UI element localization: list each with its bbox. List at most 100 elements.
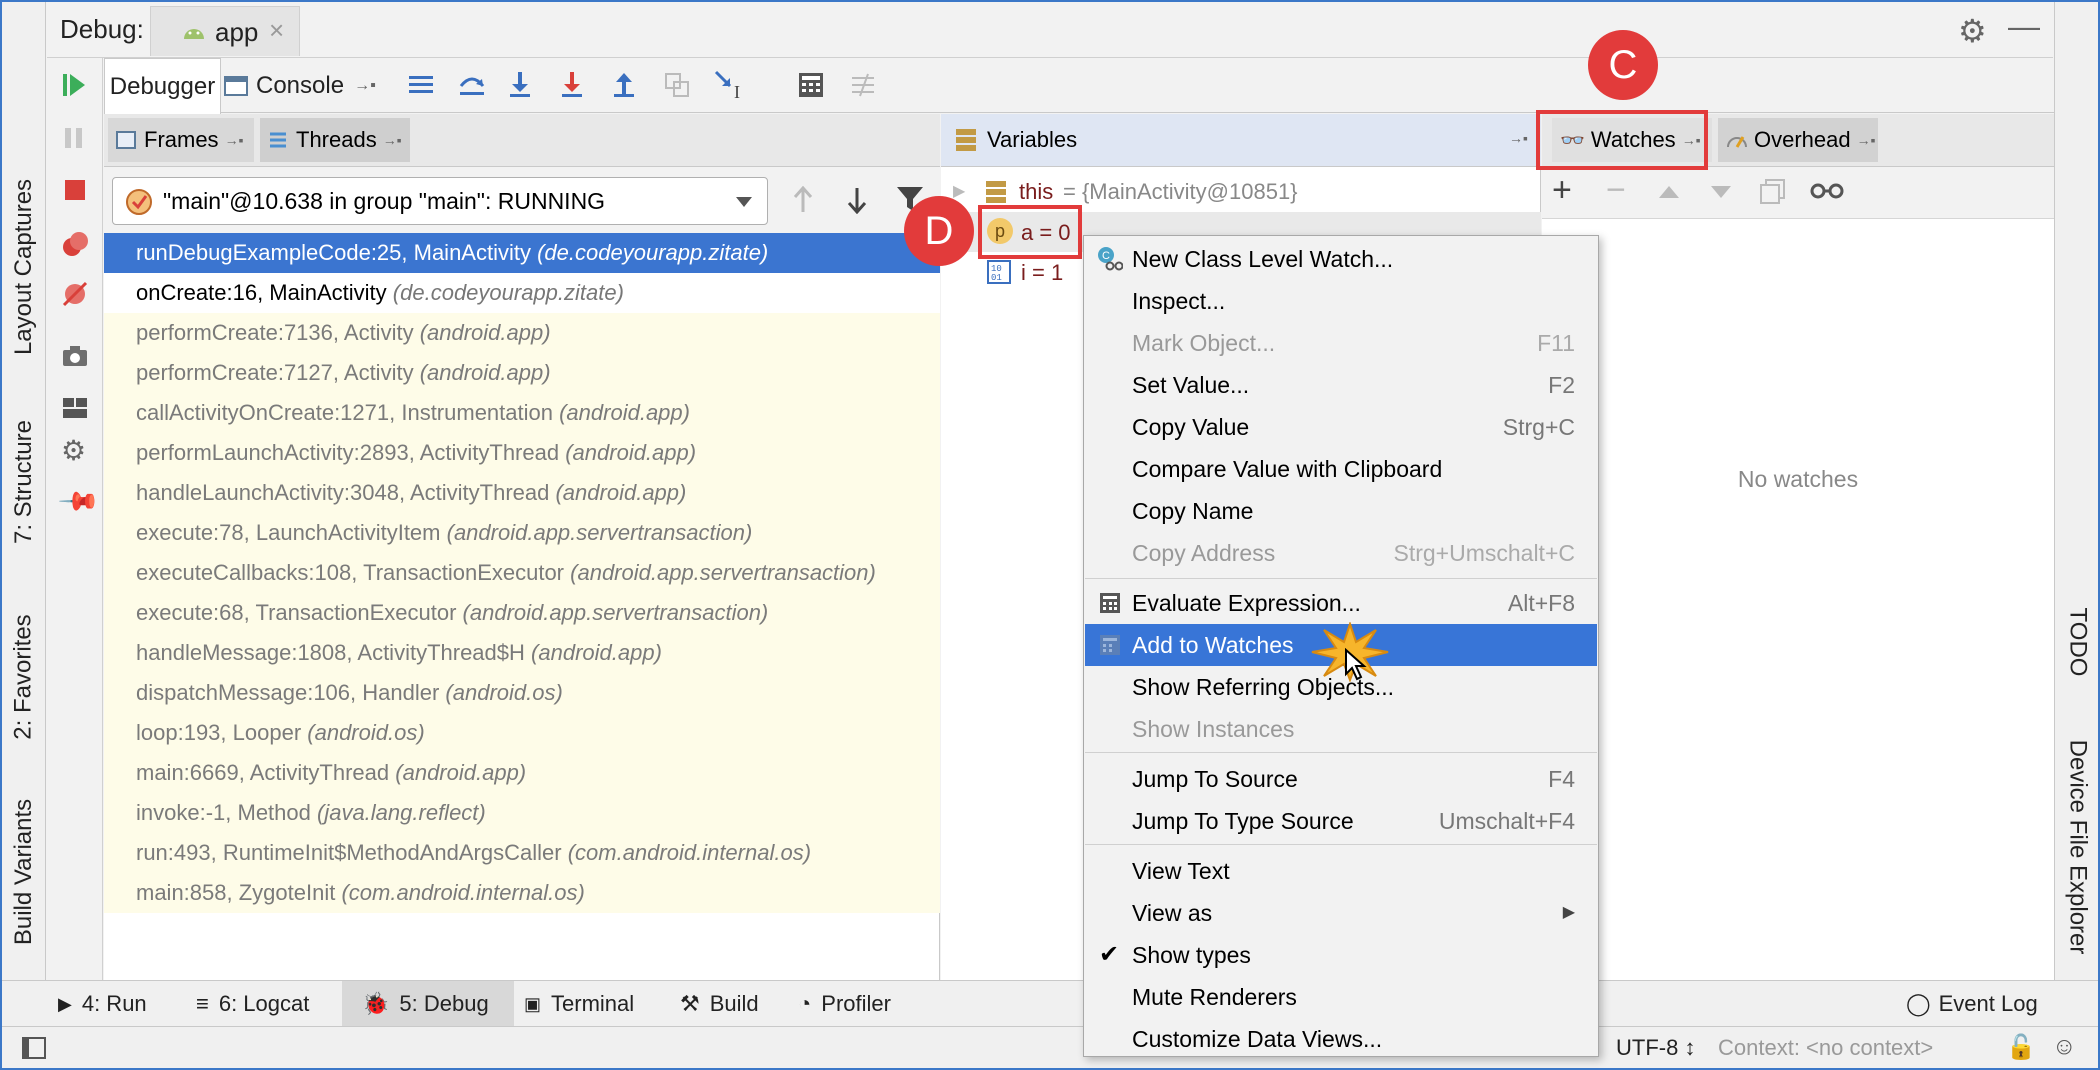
layout-icon[interactable]: [61, 396, 89, 420]
tab-debug[interactable]: 🐞 5: Debug: [342, 981, 514, 1027]
tab-profiler[interactable]: ◔ Profiler: [798, 981, 891, 1027]
menu-item-jump-to-source[interactable]: Jump To Source F4: [1085, 758, 1597, 800]
mute-breakpoints-icon[interactable]: [61, 280, 89, 308]
frame-row[interactable]: performCreate:7127, Activity (android.ap…: [104, 353, 940, 393]
menu-item-jump-to-type-source[interactable]: Jump To Type Source Umschalt+F4: [1085, 800, 1597, 842]
evaluate-expression-icon[interactable]: [798, 72, 824, 98]
watch-glasses-icon[interactable]: [1810, 181, 1844, 201]
step-out-icon[interactable]: [612, 70, 636, 98]
context-status: Context: <no context>: [1718, 1035, 1934, 1060]
add-icon[interactable]: +: [1552, 171, 1572, 210]
stripe-tab-layout-captures[interactable]: Layout Captures: [4, 162, 44, 372]
stripe-tab-favorites[interactable]: 2: Favorites: [4, 597, 44, 757]
thread-select[interactable]: "main"@10.638 in group "main": RUNNING: [112, 177, 768, 225]
frame-row[interactable]: executeCallbacks:108, TransactionExecuto…: [104, 553, 940, 593]
force-step-into-icon[interactable]: [560, 70, 584, 98]
stripe-tab-device-file-explorer[interactable]: Device File Explorer: [2057, 727, 2097, 967]
frame-row[interactable]: performLaunchActivity:2893, ActivityThre…: [104, 433, 940, 473]
encoding-selector[interactable]: UTF-8 ↕: [1616, 1035, 1695, 1061]
menu-icon[interactable]: [408, 74, 434, 96]
frame-row[interactable]: main:858, ZygoteInit (com.android.intern…: [104, 873, 940, 913]
tab-console[interactable]: Console →▪: [224, 58, 384, 113]
close-icon[interactable]: ×: [269, 15, 284, 46]
menu-item-view-as[interactable]: View as ▶: [1085, 892, 1597, 934]
panel-toggle-icon[interactable]: [22, 1037, 46, 1059]
menu-item-compare-clipboard[interactable]: Compare Value with Clipboard: [1085, 448, 1597, 490]
remove-icon[interactable]: −: [1606, 171, 1626, 210]
menu-item-set-value[interactable]: Set Value... F2: [1085, 364, 1597, 406]
gear-icon[interactable]: ⚙: [1958, 12, 1987, 50]
arrow-up-icon[interactable]: [792, 186, 814, 214]
menu-item-copy-name[interactable]: Copy Name: [1085, 490, 1597, 532]
menu-item-view-text[interactable]: View Text: [1085, 850, 1597, 892]
menu-item-mark-object[interactable]: Mark Object... F11: [1085, 322, 1597, 364]
menu-item-copy-address[interactable]: Copy Address Strg+Umschalt+C: [1085, 532, 1597, 574]
tab-terminal[interactable]: ▣ Terminal: [524, 981, 634, 1027]
frame-row[interactable]: run:493, RuntimeInit$MethodAndArgsCaller…: [104, 833, 940, 873]
tab-frames-label: Frames: [144, 127, 219, 152]
pause-icon[interactable]: [63, 126, 85, 150]
settings-icon[interactable]: ⚙: [61, 434, 86, 467]
stripe-tab-todo[interactable]: TODO: [2057, 587, 2097, 697]
android-icon[interactable]: ☺: [2052, 1033, 2077, 1061]
drop-frame-icon[interactable]: [664, 72, 690, 98]
frame-row[interactable]: loop:193, Looper (android.os): [104, 713, 940, 753]
frame-row[interactable]: runDebugExampleCode:25, MainActivity (de…: [104, 233, 940, 273]
menu-item-show-instances[interactable]: Show Instances: [1085, 708, 1597, 750]
run-to-cursor-icon[interactable]: I: [714, 70, 746, 100]
pin-icon[interactable]: 📌: [57, 479, 101, 524]
menu-item-evaluate-expression[interactable]: Evaluate Expression... Alt+F8: [1085, 582, 1597, 624]
frame-method: loop:193, Looper: [136, 720, 302, 745]
frame-row[interactable]: main:6669, ActivityThread (android.app): [104, 753, 940, 793]
frame-row[interactable]: dispatchMessage:106, Handler (android.os…: [104, 673, 940, 713]
menu-item-mute-renderers[interactable]: Mute Renderers: [1085, 976, 1597, 1018]
pin-arrow-icon[interactable]: →▪: [1509, 130, 1528, 146]
tab-logcat-label: 6: Logcat: [218, 991, 310, 1016]
camera-icon[interactable]: [61, 344, 89, 368]
tab-run[interactable]: ▶ 4: Run: [58, 981, 147, 1027]
app-session-tab[interactable]: app ×: [150, 6, 300, 56]
trace-icon[interactable]: [850, 72, 876, 98]
tab-frames[interactable]: Frames →▪: [108, 118, 254, 162]
frame-row[interactable]: execute:68, TransactionExecutor (android…: [104, 593, 940, 633]
menu-item-label: Inspect...: [1132, 288, 1226, 314]
menu-item-label: Compare Value with Clipboard: [1132, 456, 1443, 482]
menu-item-shortcut: Strg+Umschalt+C: [1393, 540, 1575, 566]
frame-row[interactable]: onCreate:16, MainActivity (de.codeyourap…: [104, 273, 940, 313]
minimize-icon[interactable]: —: [2008, 8, 2040, 45]
frame-row[interactable]: handleMessage:1808, ActivityThread$H (an…: [104, 633, 940, 673]
stripe-tab-structure[interactable]: 7: Structure: [4, 402, 44, 562]
move-up-icon[interactable]: [1658, 185, 1680, 199]
stripe-tab-build-variants[interactable]: Build Variants: [4, 787, 44, 957]
tab-threads[interactable]: Threads →▪: [260, 118, 410, 162]
tab-build[interactable]: ⚒ Build: [680, 981, 759, 1027]
frame-row[interactable]: callActivityOnCreate:1271, Instrumentati…: [104, 393, 940, 433]
frame-row[interactable]: performCreate:7136, Activity (android.ap…: [104, 313, 940, 353]
step-into-icon[interactable]: [508, 70, 532, 98]
watches-empty-text: No watches: [1737, 466, 1859, 492]
resume-icon[interactable]: [61, 72, 87, 98]
frame-row[interactable]: invoke:-1, Method (java.lang.reflect): [104, 793, 940, 833]
stop-icon[interactable]: [63, 178, 87, 202]
menu-item-inspect[interactable]: Inspect...: [1085, 280, 1597, 322]
menu-item-label: Jump To Source: [1132, 766, 1298, 792]
menu-item-new-class-level-watch[interactable]: C New Class Level Watch...: [1085, 238, 1597, 280]
tab-overhead[interactable]: Overhead →▪: [1718, 118, 1878, 162]
arrow-down-icon[interactable]: [846, 186, 868, 214]
menu-item-show-types[interactable]: ✔ Show types: [1085, 934, 1597, 976]
duplicate-icon[interactable]: [1760, 179, 1786, 205]
menu-item-copy-value[interactable]: Copy Value Strg+C: [1085, 406, 1597, 448]
step-over-icon[interactable]: [458, 72, 486, 98]
tab-event-log[interactable]: ◯ Event Log: [1906, 981, 2038, 1027]
tab-debugger[interactable]: Debugger: [104, 58, 221, 114]
tab-logcat[interactable]: ≡ 6: Logcat: [196, 981, 309, 1027]
view-breakpoints-icon[interactable]: [61, 230, 89, 258]
menu-item-customize-data-views[interactable]: Customize Data Views...: [1085, 1018, 1597, 1060]
class-watch-icon: C: [1098, 247, 1123, 271]
frame-row[interactable]: handleLaunchActivity:3048, ActivityThrea…: [104, 473, 940, 513]
lock-icon[interactable]: 🔓: [2006, 1033, 2036, 1062]
move-down-icon[interactable]: [1710, 185, 1732, 199]
frame-row[interactable]: execute:78, LaunchActivityItem (android.…: [104, 513, 940, 553]
callout-marker-c: C: [1588, 30, 1658, 100]
debug-header: [47, 2, 2053, 58]
